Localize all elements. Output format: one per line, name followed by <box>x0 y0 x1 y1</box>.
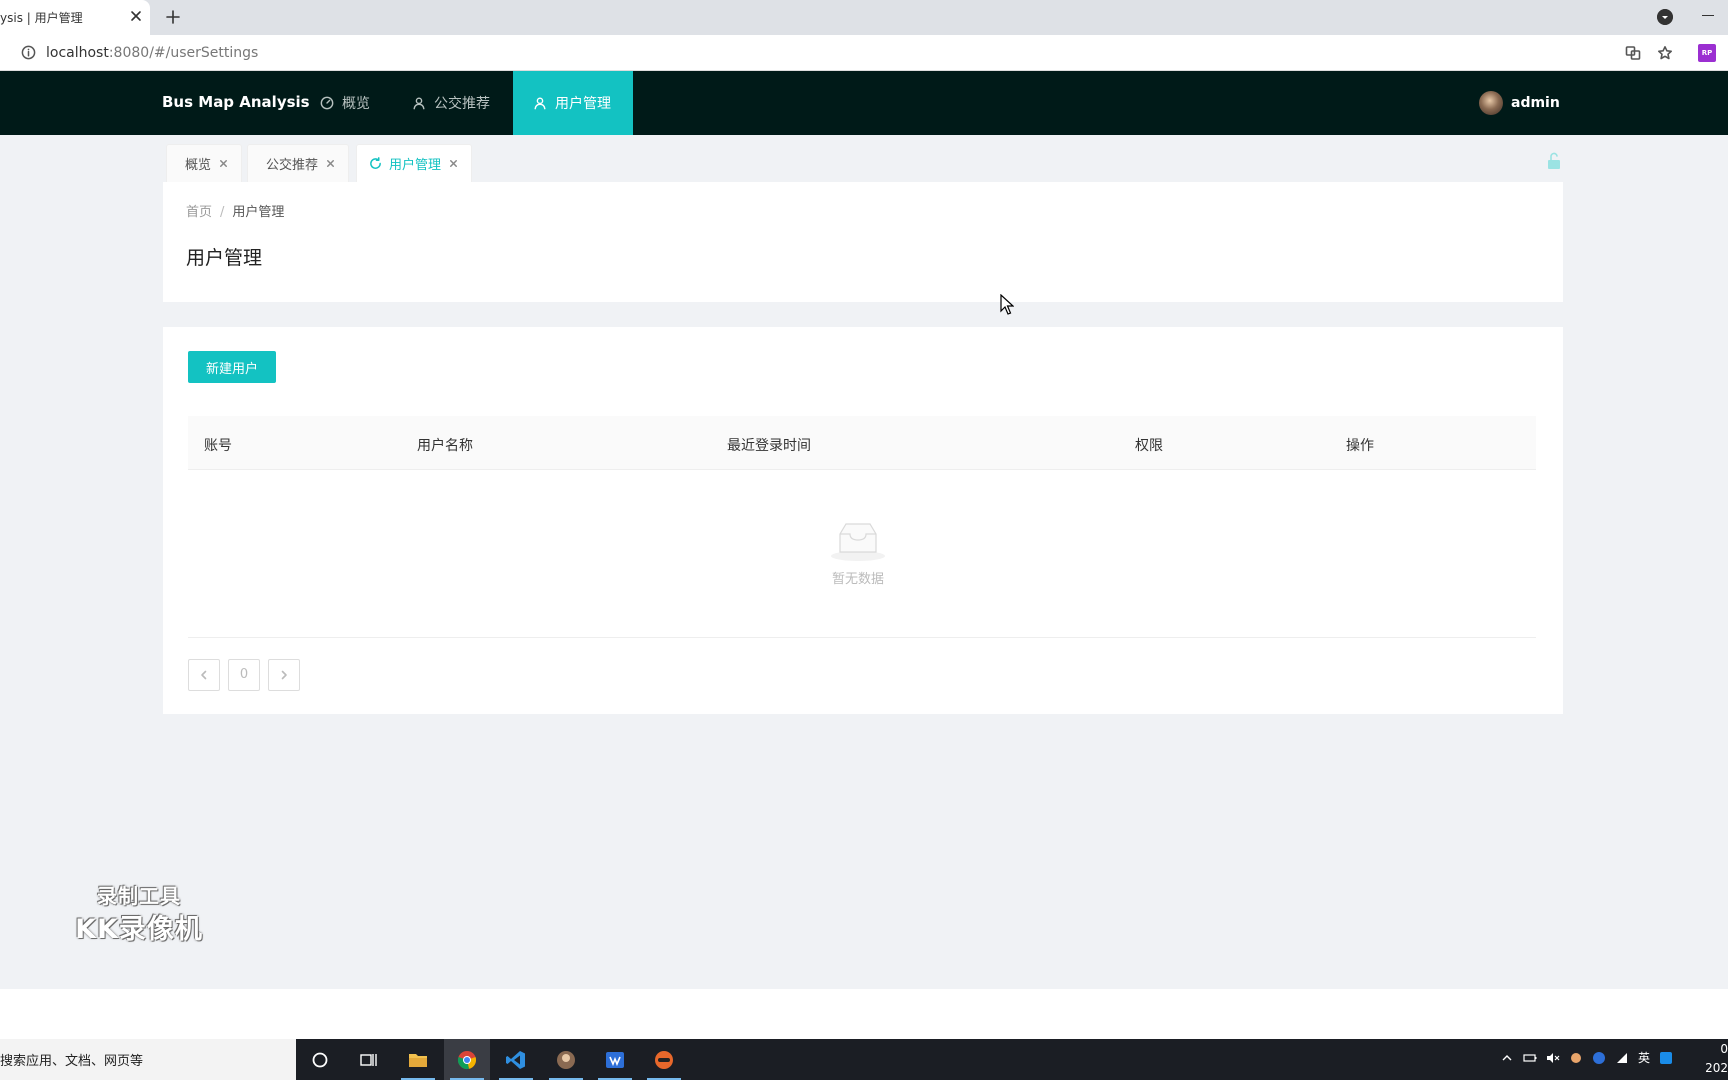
taskbar-search[interactable]: 搜索应用、文档、网页等 <box>0 1039 296 1080</box>
close-icon[interactable] <box>128 8 144 24</box>
empty-text: 暂无数据 <box>831 572 884 587</box>
breadcrumb-current: 用户管理 <box>232 205 285 220</box>
column-header-account: 账号 <box>204 438 232 454</box>
recorder-icon <box>655 1050 673 1069</box>
nav-item-label: 用户管理 <box>555 96 611 112</box>
username: admin <box>1511 95 1560 111</box>
browser-tab[interactable]: ysis | 用户管理 <box>0 0 150 35</box>
reload-icon[interactable] <box>369 157 382 170</box>
close-icon[interactable] <box>218 158 229 169</box>
mouse-cursor-icon <box>1000 294 1014 315</box>
chrome-icon <box>457 1050 477 1069</box>
translate-icon[interactable] <box>1625 45 1641 61</box>
chevron-down-icon[interactable] <box>1657 9 1673 25</box>
column-header-actions: 操作 <box>1346 438 1374 454</box>
task-view-button[interactable] <box>345 1039 391 1080</box>
page-tab-label: 概览 <box>185 158 212 173</box>
cortana-button[interactable] <box>297 1039 343 1080</box>
taskbar-app-editor[interactable] <box>592 1039 638 1080</box>
table-header: 账号 用户名称 最近登录时间 权限 操作 <box>188 416 1536 470</box>
user-icon <box>413 97 425 110</box>
taskbar-app-photo[interactable] <box>543 1039 589 1080</box>
page-header: 首页 / 用户管理 用户管理 <box>163 182 1563 302</box>
taskbar-app-vscode[interactable] <box>493 1039 539 1080</box>
nav-item-label: 概览 <box>342 96 370 112</box>
watermark-line: 录制工具 <box>97 884 181 908</box>
dashboard-icon <box>320 96 334 110</box>
page-tab-user-management[interactable]: 用户管理 <box>356 144 473 182</box>
system-tray: 英 <box>1500 1049 1673 1066</box>
qq-icon[interactable] <box>1659 1051 1673 1065</box>
star-icon[interactable] <box>1657 45 1673 61</box>
column-header-last-login: 最近登录时间 <box>727 438 811 454</box>
battery-icon[interactable] <box>1523 1051 1537 1065</box>
nav-item-overview[interactable]: 概览 <box>300 71 390 135</box>
page-tab-label: 用户管理 <box>389 158 442 173</box>
unlock-icon[interactable] <box>1546 152 1562 170</box>
nav-item-label: 公交推荐 <box>434 96 490 112</box>
minimize-icon[interactable] <box>1702 15 1714 16</box>
page-bottom-area <box>0 989 1728 1039</box>
user-icon <box>534 97 546 110</box>
watermark: 录制工具 KK录像机 <box>64 880 214 946</box>
prev-page-button[interactable] <box>188 659 220 691</box>
chevron-right-icon <box>281 670 287 680</box>
axure-extension-icon[interactable]: RP <box>1698 44 1716 62</box>
app-header: Bus Map Analysis 概览 公交推荐 用户管理 admin <box>0 71 1728 135</box>
close-icon[interactable] <box>448 158 459 169</box>
breadcrumb-home[interactable]: 首页 <box>186 205 212 220</box>
chevron-up-icon[interactable] <box>1500 1051 1514 1065</box>
chevron-left-icon <box>201 670 207 680</box>
column-header-permission: 权限 <box>1135 438 1163 454</box>
nav-item-user-management[interactable]: 用户管理 <box>513 71 633 135</box>
close-icon[interactable] <box>325 158 336 169</box>
clock[interactable]: 0 202 <box>1704 1040 1728 1078</box>
user-table-card: 新建用户 账号 用户名称 最近登录时间 权限 操作 暂无数据 0 <box>163 327 1563 714</box>
url-path: :8080/#/userSettings <box>108 45 259 61</box>
avatar <box>1479 91 1503 115</box>
address-bar: localhost:8080/#/userSettings RP <box>0 35 1728 71</box>
page-tab-label: 公交推荐 <box>266 158 319 173</box>
divider <box>188 637 1536 638</box>
clock-date: 202 <box>1705 1061 1728 1075</box>
brand-title: Bus Map Analysis <box>162 93 310 111</box>
app-tray-icon[interactable] <box>1569 1051 1583 1065</box>
url-host: localhost <box>46 45 109 61</box>
taskbar-app-recorder[interactable] <box>641 1039 687 1080</box>
page-tab-bus-recommend[interactable]: 公交推荐 <box>247 144 350 182</box>
wifi-icon[interactable] <box>1615 1051 1629 1065</box>
circle-icon <box>312 1052 328 1067</box>
volume-muted-icon[interactable] <box>1546 1051 1560 1065</box>
new-user-button[interactable]: 新建用户 <box>188 351 276 383</box>
url-field[interactable]: localhost:8080/#/userSettings <box>46 45 258 61</box>
page-title: 用户管理 <box>186 247 263 269</box>
browser-tab-title: ysis | 用户管理 <box>0 11 83 25</box>
ime-indicator[interactable]: 英 <box>1638 1049 1650 1066</box>
bluetooth-icon[interactable] <box>1592 1051 1606 1065</box>
vscode-icon <box>506 1050 525 1069</box>
task-view-icon <box>360 1053 377 1066</box>
info-icon[interactable] <box>21 45 36 60</box>
browser-tab-strip: ysis | 用户管理 <box>0 0 1728 35</box>
clock-time: 0 <box>1720 1042 1728 1056</box>
nav-item-bus-recommend[interactable]: 公交推荐 <box>392 71 510 135</box>
folder-icon <box>409 1053 427 1067</box>
watermark-line: KK录像机 <box>75 914 203 945</box>
plus-icon[interactable] <box>164 8 182 26</box>
breadcrumb: 首页 / 用户管理 <box>186 201 284 220</box>
taskbar-app-explorer[interactable] <box>395 1039 441 1080</box>
page-tab-overview[interactable]: 概览 <box>166 144 243 182</box>
user-menu[interactable]: admin <box>1479 91 1560 115</box>
editor-icon <box>606 1051 624 1068</box>
next-page-button[interactable] <box>268 659 300 691</box>
taskbar: 搜索应用、文档、网页等 英 0 202 <box>0 1039 1728 1080</box>
column-header-username: 用户名称 <box>417 438 473 454</box>
avatar-app-icon <box>557 1050 575 1069</box>
breadcrumb-separator: / <box>220 205 225 220</box>
empty-inbox-icon <box>831 523 885 561</box>
page-number[interactable]: 0 <box>228 659 260 691</box>
taskbar-app-chrome[interactable] <box>444 1039 490 1080</box>
